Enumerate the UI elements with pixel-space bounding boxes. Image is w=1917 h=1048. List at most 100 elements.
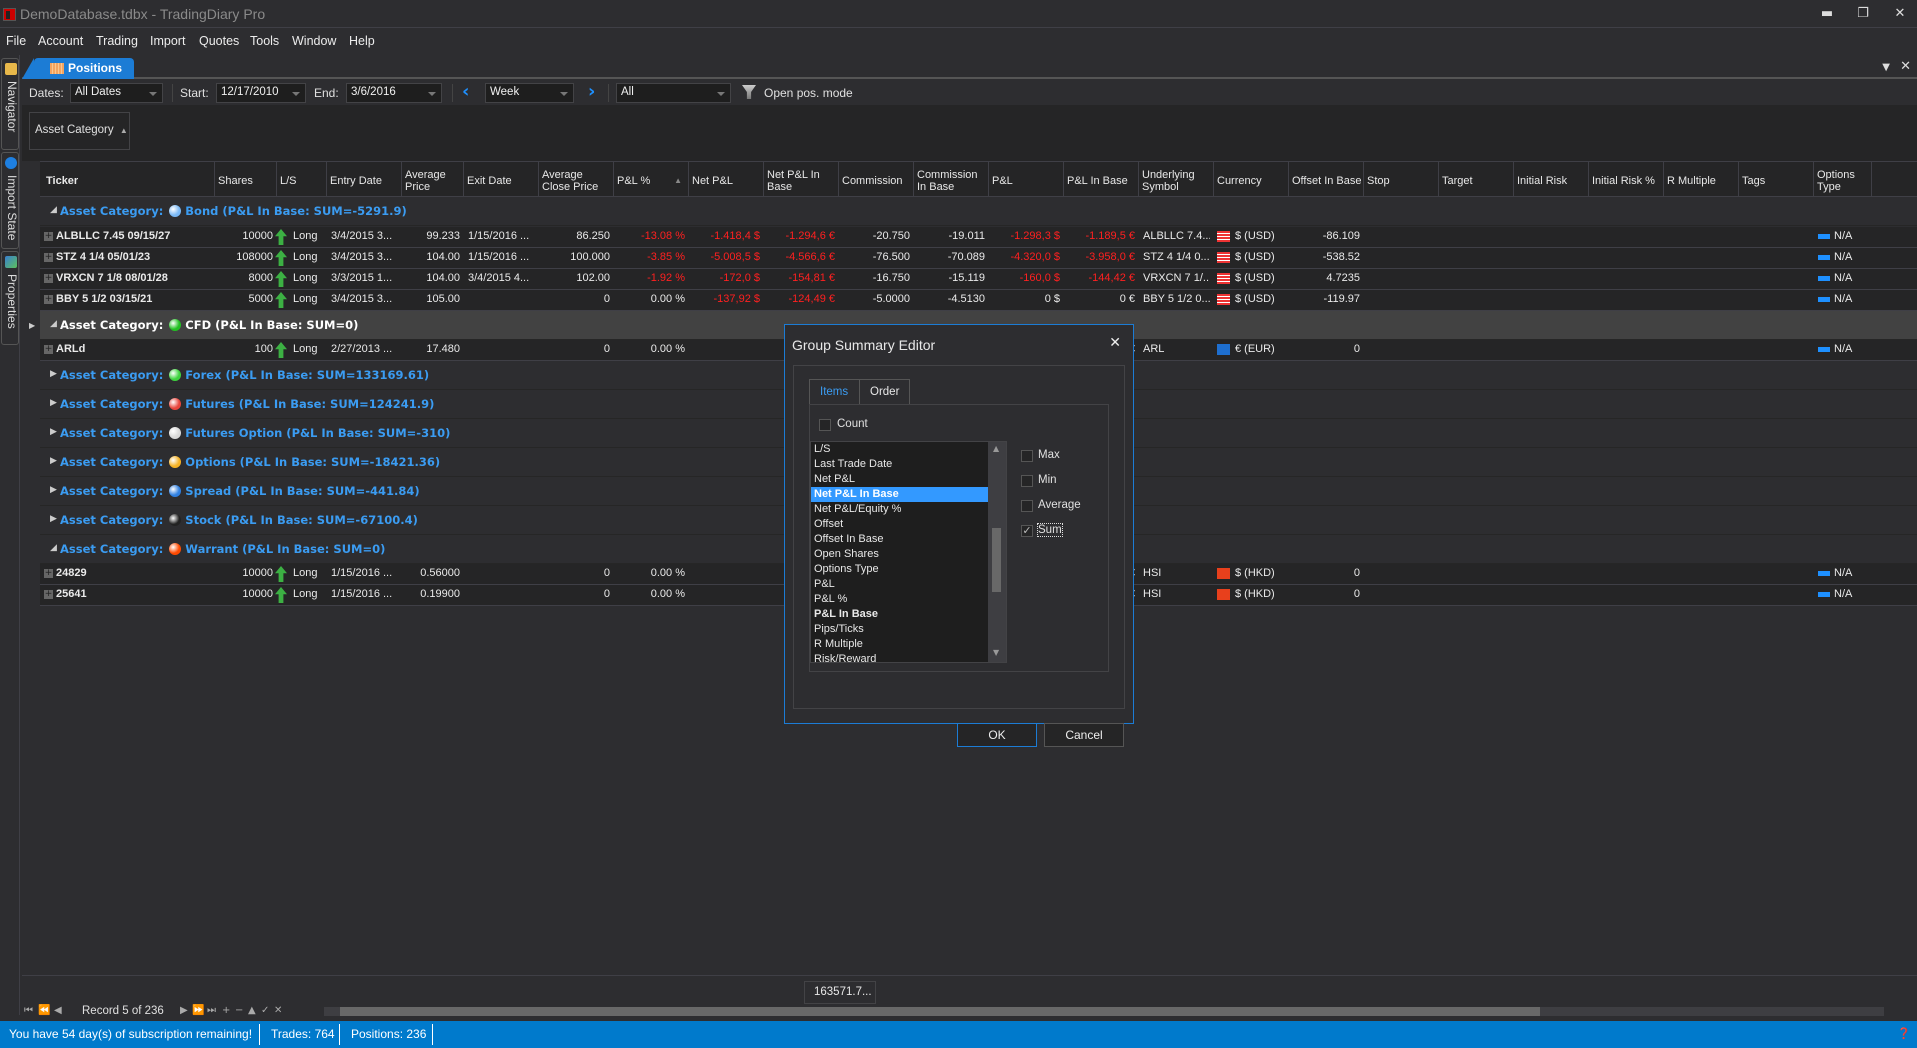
collapse-icon[interactable]: ◢ <box>50 205 57 215</box>
minimize-button[interactable]: ▬ <box>1812 4 1842 24</box>
column-header[interactable]: P&L In Base <box>1064 162 1139 196</box>
list-item[interactable]: Net P&L In Base <box>811 487 1006 502</box>
summary-field-list[interactable]: L/S Last Trade Date Net P&L Net P&L In Base… <box>810 441 1007 663</box>
tab-positions[interactable]: Positions <box>22 58 134 79</box>
expand-row-icon[interactable]: + <box>44 569 53 578</box>
delete-record-icon[interactable]: − <box>235 1005 243 1016</box>
dock-tab-navigator[interactable]: Navigator <box>1 58 19 150</box>
info-icon[interactable]: ❓ <box>1897 1027 1911 1040</box>
list-item[interactable]: Risk/Reward <box>811 652 1006 662</box>
menu-window[interactable]: Window <box>292 34 336 48</box>
column-header[interactable]: Shares <box>215 162 277 196</box>
menu-account[interactable]: Account <box>38 34 83 48</box>
scrollbar-thumb[interactable] <box>992 528 1001 592</box>
list-item[interactable]: Pips/Ticks <box>811 622 1006 637</box>
prev-page-icon[interactable]: ⏪ <box>38 1005 50 1016</box>
dock-tab-import-state[interactable]: Import State <box>1 152 19 249</box>
expand-icon[interactable]: ▶ <box>50 514 57 524</box>
next-record-icon[interactable]: ▶ <box>180 1005 188 1016</box>
horizontal-scrollbar[interactable] <box>324 1007 1884 1016</box>
list-item[interactable]: P&L In Base <box>811 607 1006 622</box>
tab-list-dropdown-icon[interactable]: ▼ <box>1882 62 1890 73</box>
end-date-picker[interactable]: 3/6/2016 <box>346 83 442 103</box>
table-row[interactable]: + ALBLLC 7.45 09/15/27 10000 Long 3/4/2015 3… <box>40 227 1917 248</box>
tab-order[interactable]: Order <box>859 379 910 405</box>
count-checkbox[interactable] <box>819 419 831 431</box>
group-chip-asset-category[interactable]: Asset Category ▲ <box>29 112 130 150</box>
column-header[interactable]: Offset In Base <box>1289 162 1364 196</box>
column-header[interactable]: Entry Date <box>327 162 402 196</box>
column-header[interactable]: Net P&L <box>689 162 764 196</box>
ok-button[interactable]: OK <box>957 723 1037 747</box>
list-item[interactable]: Offset <box>811 517 1006 532</box>
column-header[interactable]: R Multiple <box>1664 162 1739 196</box>
close-document-icon[interactable]: ✕ <box>1900 59 1911 74</box>
column-header[interactable]: Initial Risk % <box>1589 162 1664 196</box>
menu-tools[interactable]: Tools <box>250 34 279 48</box>
expand-row-icon[interactable]: + <box>44 274 53 283</box>
cancel-button[interactable]: Cancel <box>1044 723 1124 747</box>
cancel-edit-icon[interactable]: ✕ <box>274 1005 282 1016</box>
collapse-icon[interactable]: ◢ <box>50 319 57 329</box>
menu-help[interactable]: Help <box>349 34 375 48</box>
scrollbar-thumb[interactable] <box>340 1007 1540 1016</box>
last-record-icon[interactable]: ⏭ <box>207 1005 216 1016</box>
period-combo[interactable]: Week <box>485 83 574 103</box>
previous-period-icon[interactable]: ‹ <box>462 83 469 101</box>
column-header[interactable]: Tags <box>1739 162 1814 196</box>
expand-row-icon[interactable]: + <box>44 295 53 304</box>
funnel-icon[interactable] <box>742 85 756 99</box>
table-row[interactable]: + VRXCN 7 1/8 08/01/28 8000 Long 3/3/2015 1.… <box>40 269 1917 290</box>
open-pos-mode-button[interactable]: Open pos. mode <box>764 86 853 100</box>
start-date-picker[interactable]: 12/17/2010 <box>216 83 306 103</box>
expand-row-icon[interactable]: + <box>44 253 53 262</box>
list-item[interactable]: Net P&L/Equity % <box>811 502 1006 517</box>
close-button[interactable]: ✕ <box>1885 4 1915 24</box>
min-checkbox[interactable] <box>1021 475 1033 487</box>
post-edit-icon[interactable]: ✓ <box>261 1005 269 1016</box>
table-row[interactable]: + STZ 4 1/4 05/01/23 108000 Long 3/4/2015 3.… <box>40 248 1917 269</box>
dock-tab-properties[interactable]: Properties <box>1 251 19 345</box>
prev-record-icon[interactable]: ◀ <box>54 1005 62 1016</box>
menu-file[interactable]: File <box>6 34 26 48</box>
column-header[interactable]: Net P&L In Base <box>764 162 839 196</box>
column-header[interactable]: Exit Date <box>464 162 539 196</box>
dates-combo[interactable]: All Dates <box>70 83 163 103</box>
max-checkbox[interactable] <box>1021 450 1033 462</box>
add-record-icon[interactable]: + <box>222 1005 230 1016</box>
column-header[interactable]: P&L % ▲ <box>614 162 689 196</box>
column-header[interactable]: Average Price <box>402 162 464 196</box>
column-header[interactable]: Stop <box>1364 162 1439 196</box>
list-item[interactable]: P&L <box>811 577 1006 592</box>
list-item[interactable]: P&L % <box>811 592 1006 607</box>
menu-import[interactable]: Import <box>150 34 185 48</box>
list-item[interactable]: Open Shares <box>811 547 1006 562</box>
group-row[interactable]: ◢ Asset Category: Bond (P&L In Base: SUM=-… <box>40 197 1917 226</box>
table-row[interactable]: + BBY 5 1/2 03/15/21 5000 Long 3/4/2015 3...… <box>40 290 1917 311</box>
list-item[interactable]: R Multiple <box>811 637 1006 652</box>
expand-row-icon[interactable]: + <box>44 345 53 354</box>
column-header[interactable]: L/S <box>277 162 327 196</box>
list-scrollbar[interactable]: ▲ ▼ <box>988 442 1006 662</box>
edit-record-icon[interactable]: ▲ <box>248 1005 256 1016</box>
column-header[interactable]: Options Type <box>1814 162 1872 196</box>
column-header[interactable]: Underlying Symbol <box>1139 162 1214 196</box>
expand-icon[interactable]: ▶ <box>50 485 57 495</box>
first-record-icon[interactable]: ⏮ <box>24 1005 33 1016</box>
expand-icon[interactable]: ▶ <box>50 456 57 466</box>
average-checkbox[interactable] <box>1021 500 1033 512</box>
column-header[interactable]: Target <box>1439 162 1514 196</box>
column-header[interactable]: Average Close Price <box>539 162 614 196</box>
scroll-up-icon[interactable]: ▲ <box>993 444 999 453</box>
list-item[interactable]: Offset In Base <box>811 532 1006 547</box>
column-header[interactable]: Commission In Base <box>914 162 989 196</box>
sum-checkbox[interactable]: ✓ <box>1021 525 1033 537</box>
list-item[interactable]: Options Type <box>811 562 1006 577</box>
menu-quotes[interactable]: Quotes <box>199 34 239 48</box>
column-header[interactable]: Commission <box>839 162 914 196</box>
menu-trading[interactable]: Trading <box>96 34 138 48</box>
expand-icon[interactable]: ▶ <box>50 369 57 379</box>
collapse-icon[interactable]: ◢ <box>50 543 57 553</box>
column-header[interactable]: Ticker <box>40 162 215 196</box>
expand-icon[interactable]: ▶ <box>50 427 57 437</box>
